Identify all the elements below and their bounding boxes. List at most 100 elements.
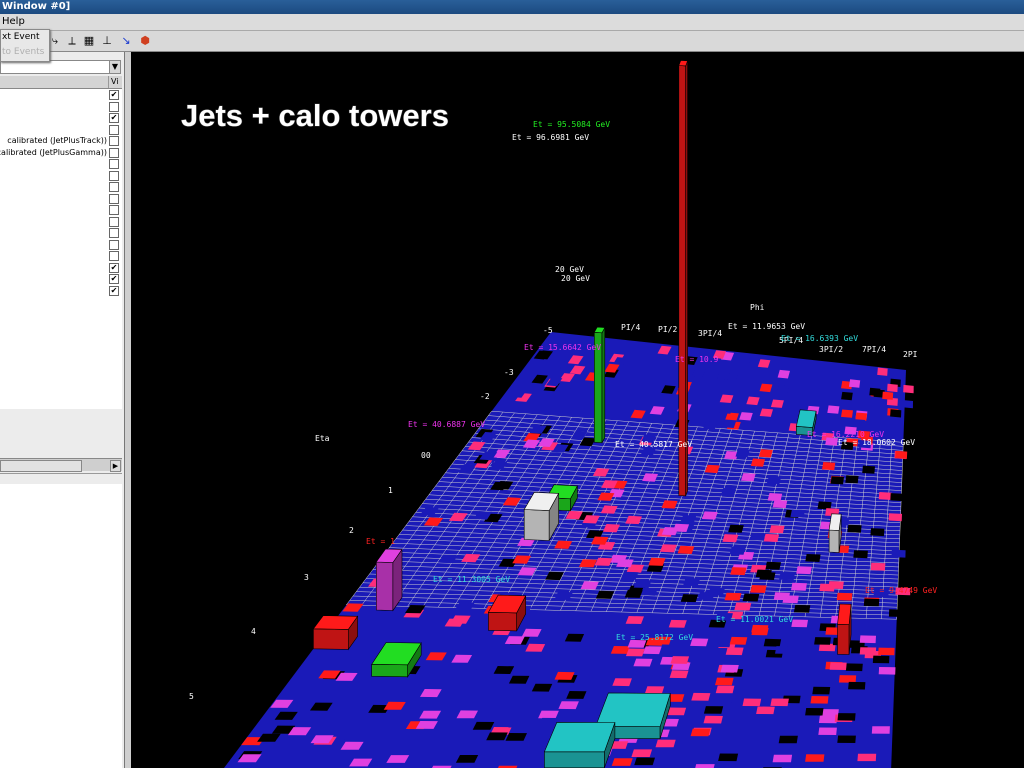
visible-checkbox[interactable] — [109, 251, 119, 261]
scrollbar-thumb[interactable] — [0, 460, 82, 472]
et-label: Et = 25.8172 GeV — [616, 633, 693, 642]
scroll-right-icon[interactable]: ▶ — [110, 460, 121, 472]
calo-cell — [870, 528, 885, 537]
calo-cell — [558, 701, 579, 710]
visible-checkbox[interactable] — [109, 159, 119, 169]
visible-checkbox[interactable] — [109, 182, 119, 192]
calo-cell — [505, 733, 527, 741]
render-cube-icon[interactable]: ⬢ — [137, 33, 153, 49]
calo-cell — [677, 545, 695, 554]
tower-top-face — [795, 409, 817, 428]
calo-cell — [877, 367, 888, 376]
calo-cell — [538, 710, 559, 719]
axis-xyz-icon[interactable]: ⟂ — [64, 33, 80, 49]
menu-item-auto-events[interactable]: to Events — [1, 45, 49, 60]
collection-combo[interactable]: ▼ — [0, 60, 121, 74]
collection-row[interactable] — [0, 227, 122, 238]
menu-item-next-event[interactable]: xt Event — [1, 30, 49, 45]
pick-arrow-icon[interactable]: ↘ — [118, 33, 134, 49]
visible-checkbox[interactable] — [109, 136, 119, 146]
calo-cell — [610, 646, 630, 654]
visible-checkbox[interactable] — [109, 239, 119, 250]
lego-plot-view[interactable]: Jets + calo towers Eta Phi 20 GeV 20 GeV… — [131, 52, 1024, 768]
calo-cell — [763, 638, 782, 647]
calo-cell — [758, 449, 773, 458]
calo-cell — [793, 604, 811, 613]
collection-row[interactable] — [0, 124, 122, 135]
visible-checkbox[interactable] — [109, 205, 119, 215]
tower-front-face — [313, 628, 349, 650]
tower-front-face — [376, 561, 394, 611]
collection-row[interactable] — [0, 193, 122, 204]
calo-cell — [827, 413, 840, 422]
window-titlebar[interactable]: Window #0] — [0, 0, 1024, 14]
calo-cell — [648, 557, 666, 566]
calo-cell — [631, 749, 653, 757]
visible-checkbox[interactable] — [109, 147, 119, 158]
calo-cell — [772, 499, 788, 509]
collection-row[interactable] — [0, 216, 122, 227]
collection-row[interactable]: ✔ — [0, 273, 122, 284]
collection-row[interactable] — [0, 250, 122, 261]
collection-row[interactable] — [0, 170, 122, 181]
tower-front-face — [544, 751, 605, 768]
calo-cell — [735, 449, 750, 458]
collection-row[interactable]: calibrated (JetPlusGamma)) — [0, 147, 122, 158]
calo-cell — [782, 633, 800, 642]
visible-checkbox[interactable] — [109, 101, 119, 112]
menu-help[interactable]: Help — [0, 14, 27, 30]
horizontal-scrollbar[interactable]: ▶ — [0, 458, 122, 472]
calo-cell — [720, 488, 736, 497]
visible-checkbox[interactable]: ✔ — [109, 113, 119, 123]
et-label: Et = 95.5084 GeV — [533, 120, 610, 129]
calo-cell — [729, 636, 748, 645]
calo-cell — [750, 458, 765, 467]
visible-checkbox[interactable] — [109, 228, 119, 238]
collection-row[interactable]: ✔ — [0, 89, 122, 100]
collection-row[interactable] — [0, 181, 122, 192]
collection-row[interactable] — [0, 204, 122, 215]
visible-checkbox[interactable] — [109, 124, 119, 135]
calo-cell — [742, 698, 762, 707]
calo-cell — [554, 671, 575, 680]
collection-row[interactable] — [0, 239, 122, 250]
calo-cell — [668, 619, 687, 628]
calo-cell — [805, 754, 825, 762]
calo-cell — [845, 663, 863, 672]
collection-label: calibrated (JetPlusTrack)) — [7, 136, 107, 145]
calo-cell — [841, 409, 853, 418]
collection-row[interactable]: ✔ — [0, 285, 122, 296]
calo-cell — [715, 685, 735, 694]
visible-checkbox[interactable]: ✔ — [109, 274, 119, 284]
calo-cell — [725, 647, 744, 656]
calo-cell — [724, 592, 742, 601]
lego-plot-canvas[interactable]: Jets + calo towers Eta Phi 20 GeV 20 GeV… — [131, 52, 1024, 768]
visible-checkbox[interactable]: ✔ — [109, 285, 119, 296]
visible-checkbox[interactable] — [109, 193, 119, 204]
eta-tick: 00 — [421, 451, 431, 460]
visible-checkbox[interactable]: ✔ — [109, 262, 119, 273]
calo-cell — [829, 662, 847, 670]
collection-list-header: Vi — [0, 76, 122, 89]
calo-cell — [853, 419, 866, 428]
visible-checkbox[interactable] — [109, 216, 119, 227]
visible-checkbox[interactable] — [109, 170, 119, 181]
calo-cell — [670, 656, 690, 664]
collection-row[interactable] — [0, 101, 122, 112]
grid-icon[interactable]: ▦ — [81, 33, 97, 49]
axes-icon[interactable]: ⊥ — [99, 33, 115, 49]
visible-checkbox[interactable]: ✔ — [109, 90, 119, 100]
calo-cell — [770, 399, 784, 408]
collection-row[interactable]: calibrated (JetPlusTrack)) — [0, 135, 122, 146]
calo-cell — [683, 578, 701, 587]
collection-row[interactable] — [0, 158, 122, 169]
calo-cell — [837, 713, 856, 721]
calo-cell — [828, 581, 844, 589]
calo-cell — [837, 735, 856, 743]
chevron-down-icon[interactable]: ▼ — [109, 61, 120, 73]
visible-column-header[interactable]: Vi — [108, 76, 124, 88]
calo-cell — [822, 462, 836, 471]
collection-row[interactable]: ✔ — [0, 262, 122, 273]
calo-cell — [766, 475, 782, 485]
collection-row[interactable]: ✔ — [0, 112, 122, 123]
